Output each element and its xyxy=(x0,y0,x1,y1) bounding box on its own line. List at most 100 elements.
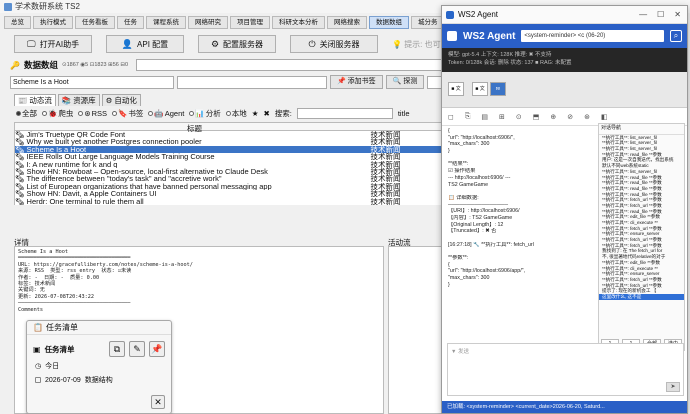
filter-local[interactable]: 本地 xyxy=(225,108,247,119)
filter-bookmark[interactable]: 🔖 书签 xyxy=(112,108,143,119)
new-icon[interactable]: ◻ xyxy=(448,113,454,121)
agent-tab-1[interactable]: ■ 文 xyxy=(448,82,464,96)
db-stats: ⊙1867 ◉5 ⊡1823 ⊞56 ⊟0 xyxy=(61,62,129,68)
power-icon: ⏻ xyxy=(308,38,316,49)
api-config-button[interactable]: 👤 API 配置 xyxy=(106,35,184,53)
nav-data-array[interactable]: 数据数组 xyxy=(369,15,409,29)
filter-analysis-label: 分析 xyxy=(205,108,221,118)
agent-tab-2[interactable]: ■ 文 xyxy=(472,82,488,96)
radio-icon xyxy=(148,110,154,116)
pin-button[interactable]: 📌 xyxy=(149,341,165,357)
settings-icon[interactable]: ⊛ xyxy=(584,113,590,121)
news-icon: 🗞 xyxy=(15,160,25,168)
search-button[interactable]: ⌕ xyxy=(670,30,682,42)
message-line xyxy=(448,248,596,255)
nav-tasks[interactable]: 任务 xyxy=(117,15,144,29)
row-category: 技术新闻 xyxy=(370,153,401,161)
tab-automation[interactable]: ⚙ 自动化 xyxy=(101,94,141,106)
row-title: Why we built yet another Postgres connec… xyxy=(26,138,202,146)
feed-icon: 📰 xyxy=(18,96,28,105)
close-icon[interactable]: ✕ xyxy=(674,10,681,19)
layout-icon[interactable]: ◧ xyxy=(601,113,608,121)
message-line: --- http://localhost:6906/ --- xyxy=(448,174,511,181)
message-line: { xyxy=(448,261,450,268)
config-server-button[interactable]: ⚙ 配置服务器 xyxy=(198,35,276,53)
maximize-icon[interactable]: ☐ xyxy=(657,10,664,19)
agent-app-icon xyxy=(446,10,454,19)
info-line-1: 模型: gpt-5.4 上下文: 128K 推理: ✖ 不支持 xyxy=(448,52,552,58)
tab-library[interactable]: 📚 资源库 xyxy=(57,94,100,106)
clock-icon: ◷ xyxy=(35,363,42,370)
radio-icon xyxy=(189,110,195,116)
row-title: I: A new runtime for k and q xyxy=(26,160,118,168)
url-input[interactable]: Scheme Is a Hoot xyxy=(10,75,174,89)
open-ai-assistant-button[interactable]: 🖵 打开AI助手 xyxy=(14,35,92,53)
row-title: The difference between "today's task" an… xyxy=(26,175,222,183)
key-icon: 🔑 xyxy=(10,60,20,70)
star-icon[interactable]: ★ xyxy=(252,109,259,118)
row-category: 技术新闻 xyxy=(370,145,401,154)
session-select[interactable]: <system-reminder> <c (06-20) xyxy=(521,30,664,42)
close-server-button[interactable]: ⏻ 关闭服务器 xyxy=(290,35,378,53)
filter-rss-label: RSS xyxy=(91,108,108,118)
list-icon[interactable]: ▤ xyxy=(481,113,488,121)
target-icon[interactable]: ⊙ xyxy=(516,113,522,121)
message-line: { xyxy=(448,128,450,134)
radio-icon xyxy=(78,110,84,116)
filter-all[interactable]: 全部 xyxy=(16,108,37,119)
close-server-label: 关闭服务器 xyxy=(319,39,360,49)
message-input[interactable]: ▼ 发送 ➤ xyxy=(447,343,684,396)
nav-city-service[interactable]: 城分务 xyxy=(411,15,445,29)
navigator-item[interactable]: 这里改什么, 这不是 xyxy=(599,293,684,300)
search-label: 搜索: xyxy=(274,108,292,118)
nav-web-search[interactable]: 网络搜索 xyxy=(327,15,367,29)
conversation-navigator: 对话导航 **执行工具**: list_server_fil **执行工具**: … xyxy=(598,123,685,351)
task-item[interactable]: 2026-07-09 数据结构 xyxy=(27,371,171,385)
navigator-title: 对话导航 xyxy=(599,124,684,135)
row-category: 技术新闻 xyxy=(370,160,401,168)
news-icon: 🗞 xyxy=(15,153,25,161)
nav-project-management[interactable]: 项目管理 xyxy=(230,15,270,29)
edit-button[interactable]: ✎ xyxy=(129,341,145,357)
explore-button[interactable]: 🔍 探测 xyxy=(385,75,425,89)
grid-icon[interactable]: ⊞ xyxy=(499,113,505,121)
minimize-icon[interactable]: — xyxy=(639,10,647,19)
row-category: 技术新闻 xyxy=(370,190,401,198)
clipboard-icon: 📋 xyxy=(33,323,43,332)
filter-local-label: 本地 xyxy=(231,108,247,118)
search-field-select[interactable]: title xyxy=(398,109,410,118)
close-task-button[interactable]: ✕ xyxy=(151,395,165,409)
news-icon: 🗞 xyxy=(15,197,25,205)
agent-window: WS2 Agent — ☐ ✕ WS2 Agent <system-remind… xyxy=(441,5,688,414)
filter-analysis[interactable]: 📊 分析 xyxy=(189,108,221,119)
nav-text-analysis[interactable]: 科研文本分析 xyxy=(272,15,325,29)
nav-overview[interactable]: 总览 xyxy=(4,15,31,29)
filter-agent[interactable]: 🤖 Agent xyxy=(148,109,184,118)
task-checkbox[interactable] xyxy=(35,377,41,383)
message-line: 【Truncated】: ✖ 否 xyxy=(448,228,497,235)
add-icon[interactable]: ⊕ xyxy=(550,113,556,121)
message-line: "max_chars": 300 xyxy=(448,141,490,148)
send-button[interactable]: ➤ xyxy=(666,382,680,392)
delete-icon[interactable]: ✖ xyxy=(263,109,269,118)
copy-icon[interactable]: ⎘ xyxy=(465,113,471,121)
search-input[interactable] xyxy=(296,107,393,119)
filter-rss[interactable]: ⊛ RSS xyxy=(78,109,107,118)
nav-course-system[interactable]: 课程系统 xyxy=(146,15,186,29)
send-icon: ➤ xyxy=(670,384,676,390)
window-controls: — ☐ ✕ xyxy=(639,10,687,19)
agent-tab-3[interactable]: re xyxy=(490,82,506,96)
agent-tab-strip: ■ 文 ■ 文 re xyxy=(442,72,687,108)
row-title: IEEE Rolls Out Large Language Models Tra… xyxy=(26,153,215,161)
panel-icon[interactable]: ⬒ xyxy=(533,113,540,121)
nav-network-research[interactable]: 网络研究 xyxy=(188,15,228,29)
url-input-2[interactable] xyxy=(177,75,327,89)
filter-crawler[interactable]: 🐞 爬虫 xyxy=(42,108,73,119)
nav-task-board[interactable]: 任务看板 xyxy=(75,15,115,29)
news-icon: 🗞 xyxy=(15,145,25,154)
nav-execution-mode[interactable]: 执行模式 xyxy=(33,15,73,29)
capture-button[interactable]: ⧉ xyxy=(109,341,125,357)
tab-feed[interactable]: 📰 动态流 xyxy=(14,94,56,106)
add-bookmark-button[interactable]: 📌 添加书签 xyxy=(330,75,383,89)
block-icon[interactable]: ⊘ xyxy=(567,113,573,121)
